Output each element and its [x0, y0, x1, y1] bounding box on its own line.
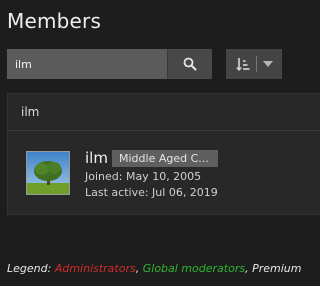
legend-label: Legend:	[7, 262, 55, 275]
search-box	[7, 49, 212, 79]
legend-separator: ,	[135, 262, 143, 275]
legend: Legend: Administrators, Global moderator…	[7, 262, 301, 275]
user-title-badge: Middle Aged C...	[112, 150, 218, 167]
list-header: ilm	[8, 94, 320, 131]
member-name[interactable]: ilm	[85, 149, 108, 167]
page-title: Members	[7, 9, 102, 33]
last-active-date: Last active: Jul 06, 2019	[85, 186, 218, 199]
member-list-panel: ilm ilm Middle Aged C... Joined: May 10,…	[7, 93, 320, 215]
legend-administrators: Administrators	[54, 262, 136, 275]
legend-global-moderators: Global moderators	[142, 262, 246, 275]
sort-icon	[235, 58, 249, 71]
avatar[interactable]	[26, 151, 70, 195]
search-icon	[183, 57, 197, 71]
joined-date: Joined: May 10, 2005	[85, 170, 202, 183]
legend-premium: Premium	[252, 262, 302, 275]
sort-button[interactable]	[226, 49, 282, 79]
search-button[interactable]	[167, 49, 212, 79]
sort-divider	[255, 56, 257, 72]
search-input[interactable]	[7, 49, 167, 79]
chevron-down-icon	[262, 61, 273, 67]
avatar-image	[27, 152, 69, 194]
